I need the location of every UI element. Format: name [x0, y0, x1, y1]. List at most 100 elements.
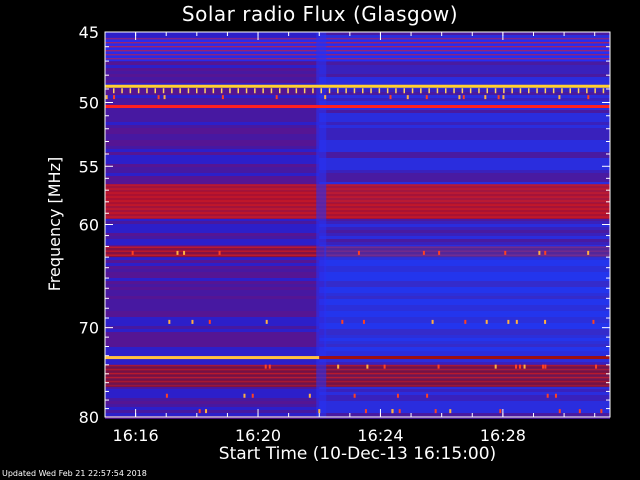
- noise-row-left: [105, 401, 320, 404]
- burst-marker: [131, 250, 134, 255]
- burst-marker: [422, 250, 425, 255]
- band-tick: [370, 88, 372, 94]
- band-tick: [561, 88, 563, 94]
- burst-marker: [437, 364, 440, 369]
- noise-row-left: [105, 68, 320, 71]
- noise-row-left: [105, 140, 320, 143]
- noise-row-left: [105, 299, 320, 302]
- noise-row-left: [105, 410, 320, 413]
- band-tick: [320, 88, 322, 94]
- band-tick: [453, 88, 455, 94]
- band-tick: [445, 88, 447, 94]
- burst-marker: [499, 409, 502, 414]
- band-tick: [362, 88, 364, 94]
- noise-row-left: [105, 296, 320, 299]
- band-streak: [105, 368, 610, 371]
- band-tick: [552, 88, 555, 94]
- band-streak: [105, 204, 610, 206]
- noise-row-right: [319, 140, 610, 143]
- burst-marker: [558, 409, 561, 414]
- band-tick: [295, 88, 298, 94]
- band-tick: [436, 88, 439, 94]
- noise-row-left: [105, 128, 320, 131]
- noise-row-right: [319, 242, 610, 245]
- burst-marker: [105, 95, 108, 100]
- band-tick: [154, 88, 156, 94]
- burst-marker: [243, 393, 246, 398]
- noise-row-right: [319, 170, 610, 173]
- y-tick-label: 60: [79, 216, 99, 235]
- burst-marker: [308, 393, 311, 398]
- noise-row-left: [105, 317, 320, 320]
- burst-marker: [538, 250, 541, 255]
- band-streak: [105, 37, 610, 40]
- band-tick: [494, 88, 497, 94]
- noise-row-left: [105, 62, 320, 65]
- noise-row-left: [105, 398, 320, 401]
- noise-row-left: [105, 158, 320, 161]
- noise-row-right: [319, 167, 610, 170]
- noise-row-left: [105, 350, 320, 353]
- noise-row-left: [105, 221, 320, 224]
- noise-row-left: [105, 101, 320, 104]
- burst-marker: [165, 393, 168, 398]
- noise-row-left: [105, 266, 320, 269]
- band-tick: [303, 88, 306, 94]
- burst-marker: [458, 95, 461, 100]
- band-tick: [337, 88, 339, 94]
- band-streak: [105, 192, 610, 194]
- noise-row-right: [319, 164, 610, 167]
- burst-marker: [578, 409, 581, 414]
- band-tick: [137, 88, 140, 94]
- noise-row-left: [105, 338, 320, 341]
- noise-row-right: [319, 113, 610, 116]
- noise-row-left: [105, 347, 320, 350]
- x-tick-label: 16:24: [357, 426, 403, 445]
- burst-marker: [434, 409, 437, 414]
- noise-row-left: [105, 302, 320, 305]
- noise-row-left: [105, 272, 320, 275]
- noise-row-left: [105, 389, 320, 392]
- noise-row-left: [105, 407, 320, 410]
- noise-row-left: [105, 89, 320, 92]
- band-tick: [577, 88, 580, 94]
- burst-marker: [157, 95, 160, 100]
- noise-row-right: [319, 77, 610, 80]
- noise-row-left: [105, 287, 320, 290]
- noise-row-left: [105, 236, 320, 239]
- band-tick: [328, 88, 331, 94]
- band-tick: [395, 88, 397, 94]
- band-streak: [105, 212, 610, 214]
- x-tick-label: 16:20: [235, 426, 281, 445]
- noise-row-left: [105, 227, 320, 230]
- band-tick: [121, 88, 123, 94]
- band-streak: [105, 372, 610, 375]
- band-tick: [420, 88, 422, 94]
- burst-marker: [396, 393, 399, 398]
- band-streak: [105, 364, 610, 367]
- noise-row-right: [319, 398, 610, 401]
- burst-marker: [383, 364, 386, 369]
- noise-row-right: [319, 407, 610, 410]
- burst-marker: [523, 364, 526, 369]
- burst-marker: [544, 319, 547, 324]
- noise-row-left: [105, 74, 320, 77]
- noise-row-left: [105, 329, 320, 332]
- x-tick-label: 16:28: [480, 426, 526, 445]
- noise-row-left: [105, 176, 320, 179]
- burst-marker: [587, 250, 590, 255]
- noise-row-right: [319, 176, 610, 179]
- noise-row-right: [319, 116, 610, 119]
- noise-row-right: [319, 362, 610, 365]
- burst-marker: [218, 250, 221, 255]
- burst-marker: [362, 319, 365, 324]
- noise-row-right: [319, 134, 610, 137]
- noise-row-left: [105, 110, 320, 113]
- noise-row-right: [319, 149, 610, 152]
- burst-marker: [168, 319, 171, 324]
- band-tick: [287, 88, 289, 94]
- band-tick: [245, 88, 248, 94]
- burst-marker: [431, 319, 434, 324]
- burst-marker: [438, 250, 441, 255]
- noise-row-right: [319, 137, 610, 140]
